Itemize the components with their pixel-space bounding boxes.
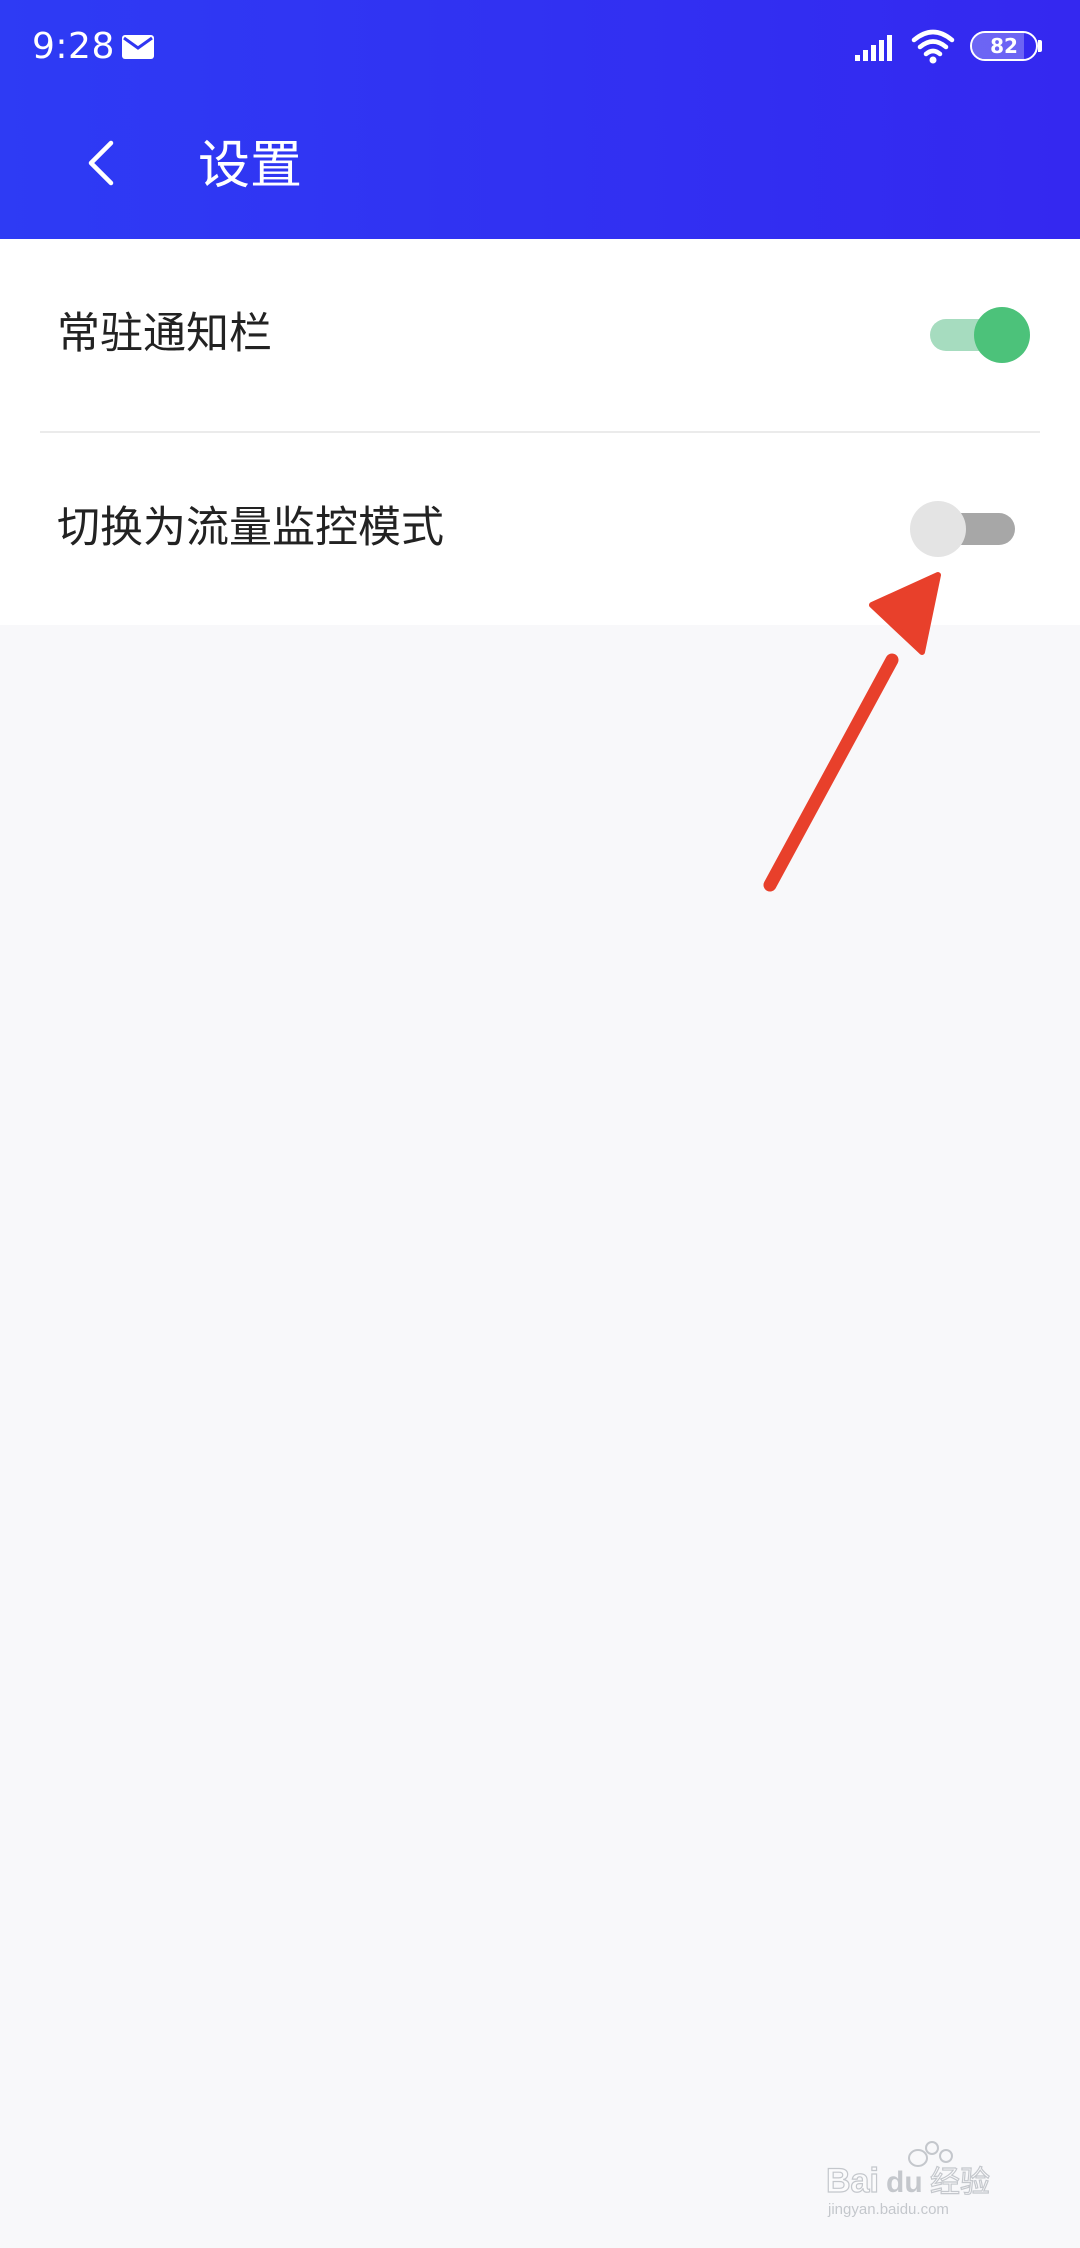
status-time: 9:28 [32, 26, 115, 67]
signal-icon [855, 35, 892, 61]
back-button[interactable] [70, 130, 130, 196]
chevron-left-icon [88, 140, 114, 186]
annotation-arrow [763, 572, 941, 892]
settings-screen: 9:28 82 设置 常驻通知栏 切换为流量监控模式 Bai du 经验 jin… [0, 0, 1080, 2248]
setting-persistent-notification: 常驻通知栏 [0, 239, 1080, 433]
setting-label: 切换为流量监控模式 [57, 503, 444, 553]
svg-text:du: du [886, 2166, 923, 2199]
page-title: 设置 [198, 136, 303, 196]
setting-label: 常驻通知栏 [57, 309, 272, 359]
svg-text:经验: 经验 [930, 2165, 990, 2200]
battery-level: 82 [990, 34, 1018, 58]
baidu-jingyan-watermark: Bai du 经验 jingyan.baidu.com [825, 2141, 991, 2218]
toggle-thumb [974, 307, 1030, 363]
wifi-icon [911, 29, 955, 64]
status-bar: 9:28 82 [0, 0, 1080, 94]
svg-text:jingyan.baidu.com: jingyan.baidu.com [827, 2201, 949, 2218]
app-header: 9:28 82 设置 [0, 0, 1080, 239]
svg-text:Bai: Bai [826, 2162, 879, 2200]
mail-icon [122, 35, 154, 59]
toggle-thumb [910, 501, 966, 557]
traffic-monitor-mode-toggle[interactable] [910, 501, 1020, 557]
battery-icon: 82 [970, 31, 1038, 61]
battery-cap [1038, 40, 1042, 52]
persistent-notification-toggle[interactable] [920, 307, 1030, 363]
